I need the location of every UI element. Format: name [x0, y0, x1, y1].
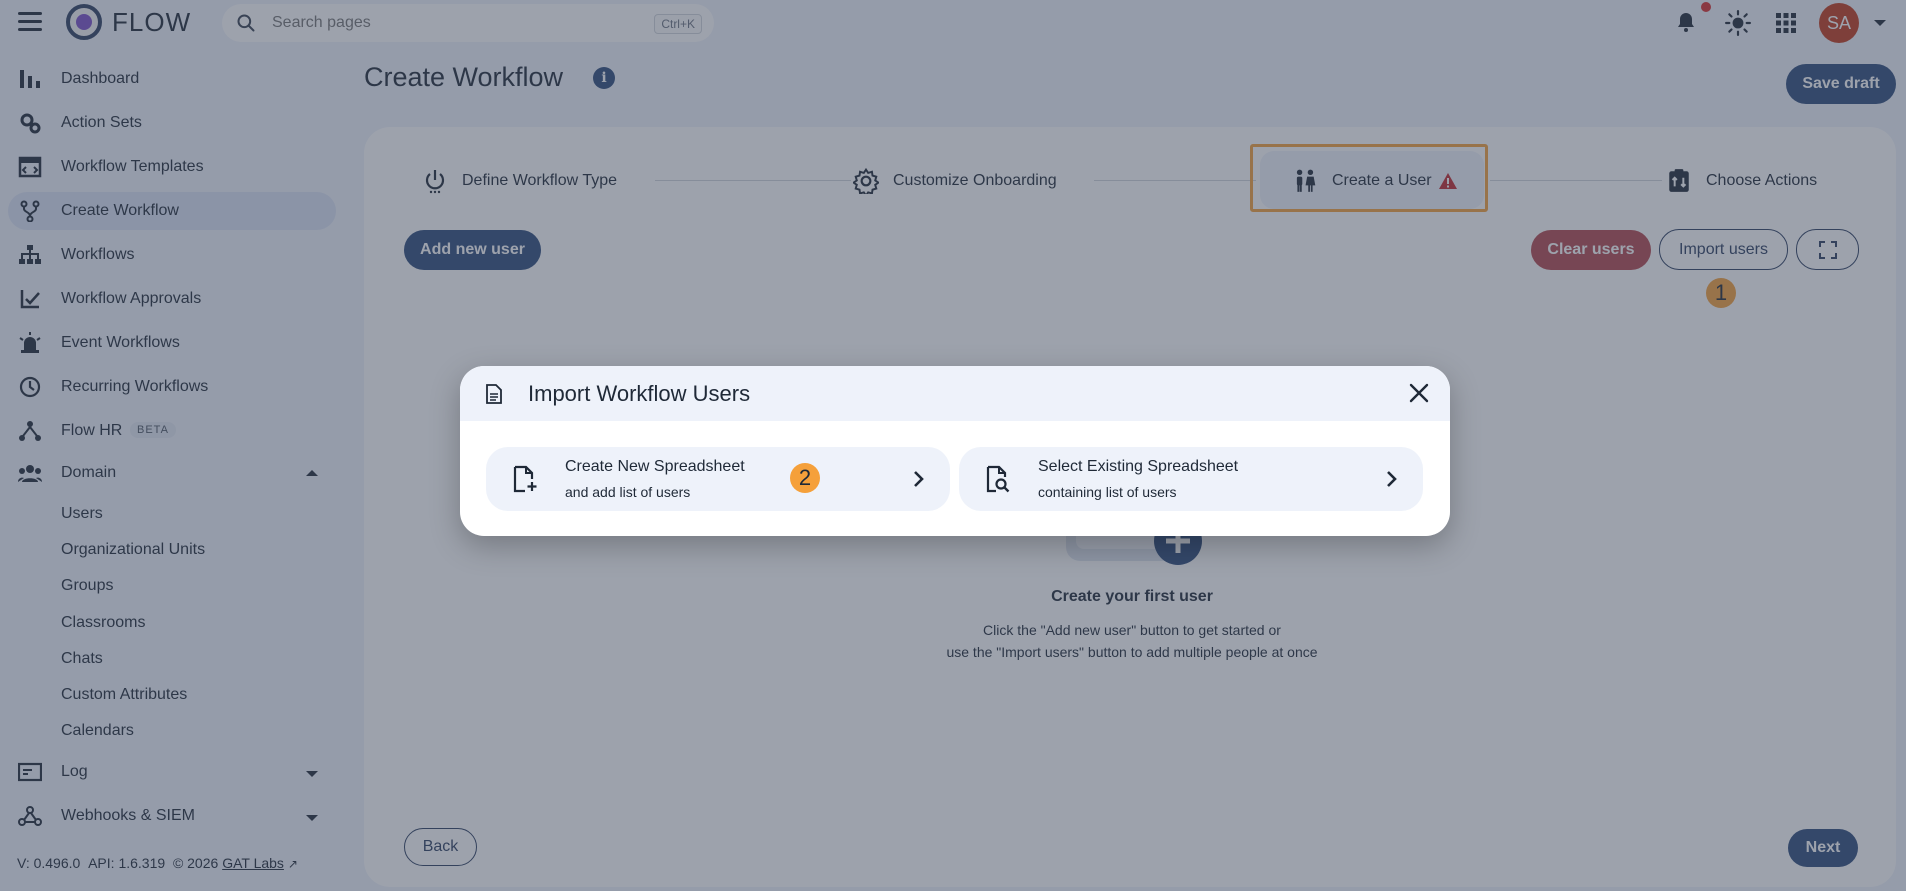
document-icon: [486, 384, 502, 404]
annotation-marker-2: 2: [790, 463, 820, 493]
chevron-right-icon: [1387, 471, 1397, 487]
file-add-icon: [513, 465, 537, 493]
dialog-title: Import Workflow Users: [528, 381, 751, 406]
file-search-icon: [986, 465, 1010, 493]
create-new-spreadsheet-option[interactable]: Create New Spreadsheet and add list of u…: [486, 447, 950, 511]
option-title: Select Existing Spreadsheet: [1038, 458, 1239, 475]
select-existing-spreadsheet-option[interactable]: Select Existing Spreadsheet containing l…: [959, 447, 1423, 511]
option-subtitle: and add list of users: [565, 484, 691, 500]
import-workflow-users-dialog: Import Workflow Users Create New Spreads…: [460, 366, 1450, 536]
dialog-header: Import Workflow Users: [460, 366, 1450, 421]
close-icon[interactable]: [1408, 382, 1430, 404]
chevron-right-icon: [914, 471, 924, 487]
option-subtitle: containing list of users: [1038, 484, 1177, 500]
option-title: Create New Spreadsheet: [565, 458, 745, 475]
